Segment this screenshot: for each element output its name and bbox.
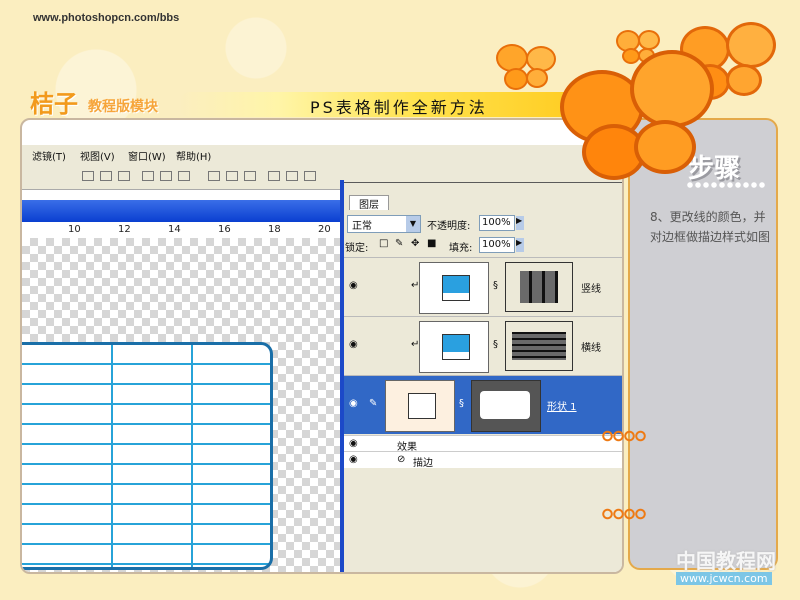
site-url[interactable]: www.photoshopcn.com/bbs — [33, 12, 179, 24]
ruler-tick: 20 — [318, 224, 331, 235]
stroke-label: 描边 — [413, 458, 433, 469]
layer-name[interactable]: 竖线 — [581, 280, 601, 295]
blend-mode-value: 正常 — [352, 221, 372, 232]
horizontal-ruler: 10 12 14 16 18 20 — [22, 224, 342, 239]
layer-row[interactable]: ◉ ↵ § 横线 — [341, 316, 622, 375]
layer-mask-thumbnail — [505, 321, 573, 371]
layer-thumbnail — [385, 380, 455, 432]
align-center-icon[interactable] — [160, 171, 172, 181]
document-titlebar[interactable] — [22, 200, 342, 222]
table-shape[interactable] — [22, 342, 273, 570]
align-top-icon[interactable] — [82, 171, 94, 181]
lock-transparency-icon[interactable]: □ — [379, 238, 388, 249]
menu-window[interactable]: 窗口(W) — [128, 148, 166, 163]
watermark: 中国教程网 — [676, 549, 776, 573]
eye-icon[interactable]: ◉ — [349, 438, 358, 449]
eye-icon[interactable]: ◉ — [349, 454, 358, 465]
layer-thumbnail — [419, 262, 489, 314]
distribute-center-icon[interactable] — [286, 171, 298, 181]
align-bottom-icon[interactable] — [118, 171, 130, 181]
align-middle-icon[interactable] — [100, 171, 112, 181]
blend-mode-select[interactable]: 正常 ▼ — [347, 215, 421, 233]
layer-thumbnail — [419, 321, 489, 373]
distribute-bottom-icon[interactable] — [244, 171, 256, 181]
layers-tab[interactable]: 图层 — [349, 195, 389, 211]
fill-input[interactable]: 100% ▶ — [479, 237, 524, 253]
ruler-tick: 16 — [218, 224, 231, 235]
butterfly-icon — [496, 44, 556, 94]
main-screenshot-frame: 滤镜(T) 视图(V) 窗口(W) 帮助(H) 10 12 14 16 18 2… — [20, 118, 624, 574]
opacity-arrow-icon[interactable]: ▶ — [516, 216, 524, 230]
chain-decoration — [602, 430, 646, 442]
distribute-middle-icon[interactable] — [226, 171, 238, 181]
distribute-left-icon[interactable] — [268, 171, 280, 181]
opacity-value: 100% — [482, 217, 511, 228]
distribute-top-icon[interactable] — [208, 171, 220, 181]
vector-mask-thumbnail — [471, 380, 541, 432]
ruler-tick: 18 — [268, 224, 281, 235]
ruler-tick: 10 — [68, 224, 81, 235]
fill-arrow-icon[interactable]: ▶ — [516, 238, 524, 252]
brand-logo: 桔子 — [30, 90, 78, 118]
menu-filter[interactable]: 滤镜(T) — [32, 148, 66, 163]
align-right-icon[interactable] — [178, 171, 190, 181]
stroke-effect-row[interactable]: ◉ ⊘ 描边 — [341, 451, 622, 469]
step-description: 8、更改线的颜色，并对边框做描边样式如图 — [650, 210, 771, 244]
fill-value: 100% — [482, 239, 511, 250]
brush-icon: ✎ — [369, 398, 378, 409]
chain-decoration — [602, 508, 646, 520]
lock-all-icon[interactable]: ■ — [427, 238, 436, 249]
lock-pixels-icon[interactable]: ✎ — [395, 238, 403, 249]
fill-label: 填充: — [449, 243, 473, 254]
align-left-icon[interactable] — [142, 171, 154, 181]
ruler-tick: 14 — [168, 224, 181, 235]
layer-row-selected[interactable]: ◉ ✎ § 形状 1 — [341, 375, 622, 434]
watermark-url: www.jcwcn.com — [676, 572, 772, 585]
page-title: PS表格制作全新方法 — [310, 98, 488, 117]
link-icon: § — [459, 398, 464, 409]
menu-help[interactable]: 帮助(H) — [176, 148, 211, 163]
lock-label: 锁定: — [345, 243, 369, 254]
effects-row[interactable]: ◉ 效果 — [341, 435, 622, 453]
dots-decoration — [686, 182, 766, 188]
layer-name[interactable]: 形状 1 — [547, 398, 577, 413]
eye-icon[interactable]: ◉ — [349, 280, 358, 291]
menubar: 滤镜(T) 视图(V) 窗口(W) 帮助(H) — [22, 145, 622, 163]
layers-panel: 图层 正常 ▼ 不透明度: 100% ▶ 锁定: □ ✎ ✥ ■ 填充: 100… — [340, 182, 622, 572]
fx-icon: ⊘ — [397, 454, 406, 465]
link-icon: § — [493, 339, 498, 350]
layer-row[interactable]: ◉ ↵ § 竖线 — [341, 257, 622, 316]
butterfly-icon — [560, 50, 720, 180]
chevron-down-icon: ▼ — [406, 216, 420, 232]
menu-view[interactable]: 视图(V) — [80, 148, 115, 163]
opacity-label: 不透明度: — [427, 221, 471, 232]
layer-mask-thumbnail — [505, 262, 573, 312]
eye-icon[interactable]: ◉ — [349, 398, 358, 409]
document-window-edge — [340, 180, 344, 572]
opacity-input[interactable]: 100% ▶ — [479, 215, 524, 231]
layer-name[interactable]: 横线 — [581, 339, 601, 354]
eye-icon[interactable]: ◉ — [349, 339, 358, 350]
distribute-right-icon[interactable] — [304, 171, 316, 181]
brand-subtitle: 教程版模块 — [88, 99, 158, 115]
lock-position-icon[interactable]: ✥ — [411, 238, 419, 249]
link-icon: § — [493, 280, 498, 291]
ruler-tick: 12 — [118, 224, 131, 235]
